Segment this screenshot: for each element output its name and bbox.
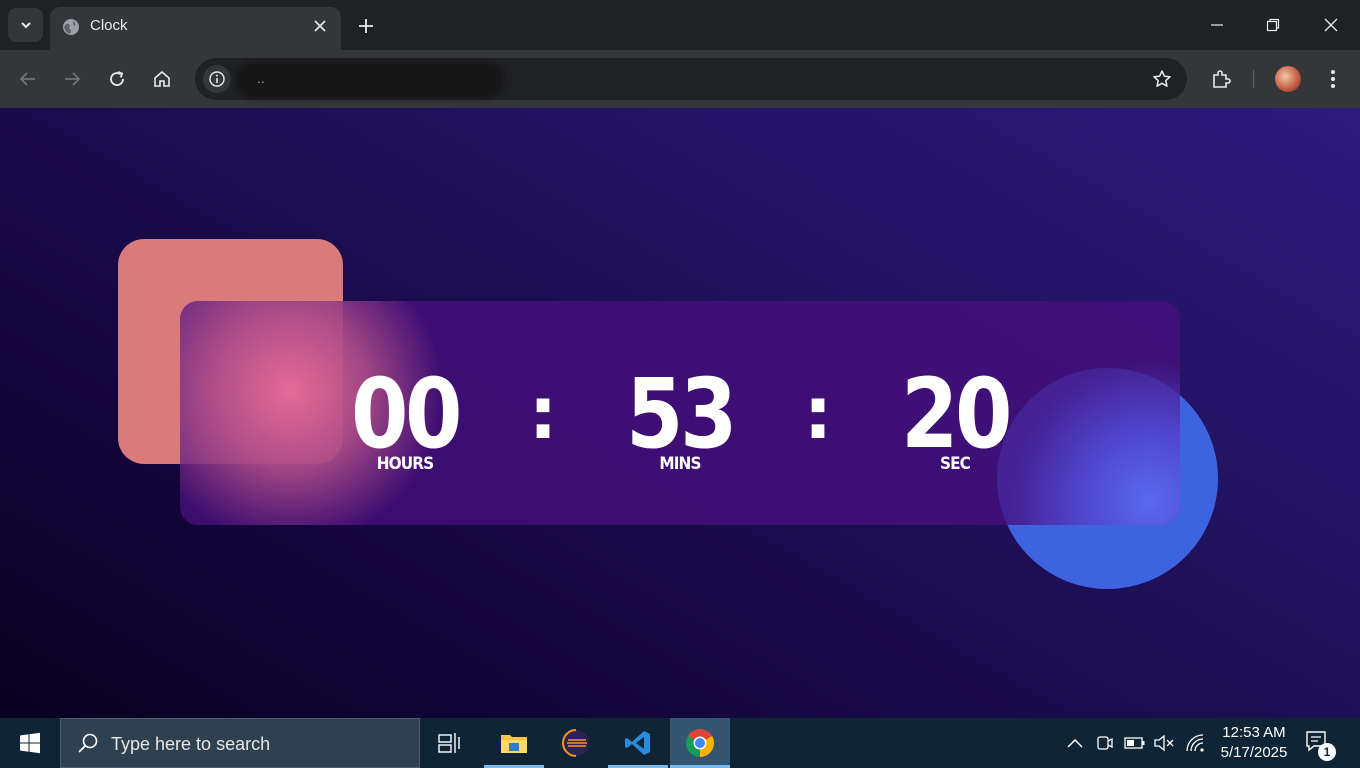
arrow-left-icon [19,72,35,86]
vscode-icon [625,731,650,755]
chrome-button[interactable] [670,718,730,768]
browser-tab-bar: Clock [0,0,1360,50]
close-icon [1324,18,1338,32]
task-view-icon [438,733,460,753]
volume-muted-icon[interactable] [1153,732,1175,754]
bookmark-star-icon[interactable] [1151,68,1173,90]
seconds-label: SEC [939,454,971,474]
battery-icon[interactable] [1124,732,1146,754]
windows-logo-icon [20,732,40,754]
plus-icon [359,19,373,33]
address-bar[interactable]: .. [195,58,1187,100]
more-vertical-icon [1331,70,1335,88]
profile-avatar[interactable] [1275,66,1301,92]
menu-button[interactable] [1318,64,1348,94]
tab-search-button[interactable] [8,8,43,42]
minutes-value: 53 [625,358,737,470]
forward-button[interactable] [57,64,87,94]
chevron-down-icon [20,22,31,29]
close-window-button[interactable] [1302,0,1360,50]
minutes-label: MINS [659,454,701,474]
file-explorer-button[interactable] [484,718,544,768]
chrome-icon [686,729,714,757]
puzzle-icon [1213,70,1231,88]
notification-center-button[interactable]: 1 [1305,730,1336,761]
seconds-unit: 20 SEC [875,366,1035,474]
hours-label: HOURS [376,454,434,474]
restore-icon [1266,18,1280,32]
windows-taskbar: Type here to search 12:53 AM 5/17/2025 1 [0,718,1360,768]
home-icon [154,70,170,87]
seconds-value: 20 [900,358,1012,470]
notification-count-badge: 1 [1318,743,1336,761]
redacted-url [235,62,505,98]
vscode-button[interactable] [608,718,668,768]
taskbar-clock[interactable]: 12:53 AM 5/17/2025 [1208,723,1300,763]
close-tab-icon[interactable] [309,15,331,37]
reload-button[interactable] [102,64,132,94]
show-hidden-icons-chevron-up-icon[interactable] [1064,732,1086,754]
eclipse-icon [562,729,589,757]
task-view-button[interactable] [420,718,480,768]
clock-date: 5/17/2025 [1220,744,1288,761]
hours-unit: 00 HOURS [325,366,485,474]
search-placeholder: Type here to search [111,734,271,754]
eclipse-button[interactable] [546,718,606,768]
globe-icon [63,19,79,35]
arrow-right-icon [65,72,81,86]
hours-value: 00 [350,358,462,470]
folder-icon [501,735,527,753]
start-button[interactable] [0,718,60,768]
browser-toolbar: .. [0,50,1360,108]
colon-separator: : [803,371,833,455]
camera-icon[interactable] [1094,732,1116,754]
clock-card: 00 HOURS : 53 MINS : 20 SEC [180,301,1180,525]
new-tab-button[interactable] [352,12,380,40]
home-button[interactable] [147,64,177,94]
clock-time: 12:53 AM [1222,724,1286,741]
page-viewport: 00 HOURS : 53 MINS : 20 SEC [0,108,1360,718]
wifi-icon[interactable] [1185,732,1207,754]
card-glow-right [1010,361,1180,525]
extensions-button[interactable] [1206,64,1236,94]
search-icon [78,733,98,753]
tab-title: Clock [90,17,128,34]
colon-separator: : [528,371,558,455]
minimize-icon [1211,24,1223,26]
active-tab[interactable]: Clock [50,7,341,50]
taskbar-search-box[interactable]: Type here to search [60,718,420,768]
back-button[interactable] [13,64,43,94]
minimize-button[interactable] [1188,0,1246,50]
toolbar-divider [1253,70,1254,88]
minutes-unit: 53 MINS [600,366,760,474]
url-text: .. [257,70,265,86]
restore-button[interactable] [1244,0,1302,50]
site-info-icon[interactable] [203,65,231,93]
reload-icon [110,71,124,86]
